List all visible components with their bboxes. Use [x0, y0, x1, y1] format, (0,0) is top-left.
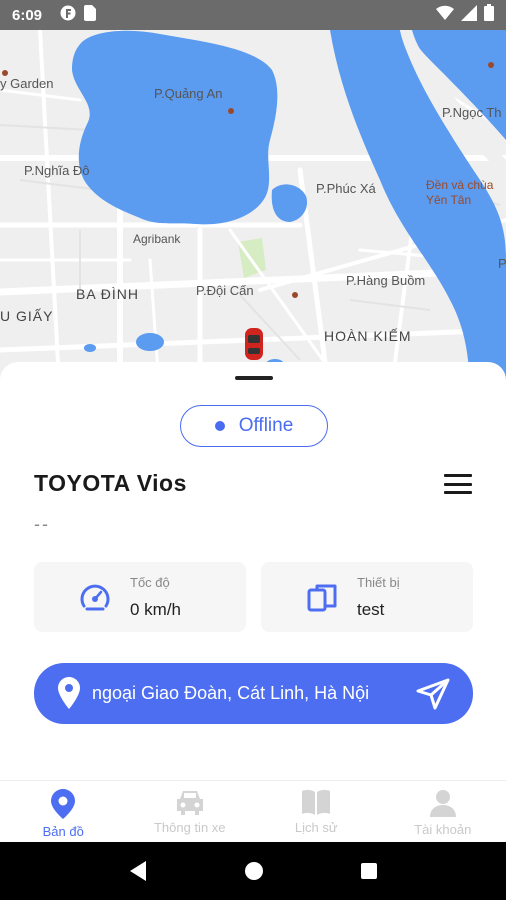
- notification-f-icon: [60, 5, 76, 26]
- map-district-label: U GIẤY: [0, 308, 54, 324]
- devices-icon: [307, 584, 337, 612]
- wifi-icon: [436, 5, 454, 26]
- device-value: test: [357, 600, 385, 619]
- map-label-temple: Đền và chùa Yên Tân: [426, 178, 494, 207]
- tab-label: Lịch sử: [294, 820, 338, 835]
- sheet-drag-handle[interactable]: [235, 376, 273, 380]
- status-bar: 6:09: [0, 0, 506, 30]
- speed-card: Tốc độ 0 km/h: [34, 562, 246, 632]
- address-text: ngoại Giao Đoàn, Cát Linh, Hà Nội: [92, 683, 370, 703]
- status-text: Offline: [238, 415, 294, 436]
- tab-account[interactable]: Tài khoản: [380, 781, 506, 842]
- device-card: Thiết bị test: [261, 562, 473, 632]
- license-plate: --: [34, 514, 50, 534]
- car-icon: [176, 791, 203, 815]
- app-screen: 6:09 y Garden P.Quảng An P.Ngọc Th P.Ngh…: [0, 0, 506, 900]
- poi-dot: [292, 292, 298, 298]
- map-pin-icon: [51, 789, 76, 819]
- speed-title: Tốc độ: [130, 575, 170, 590]
- system-nav-bar: [0, 842, 506, 900]
- status-dot-icon: [214, 421, 225, 431]
- vehicle-name: TOYOTA Vios: [34, 470, 187, 496]
- map-label: P.Hàng Buồm: [346, 273, 426, 288]
- person-icon: [429, 790, 456, 817]
- speed-value: 0 km/h: [130, 600, 182, 619]
- recents-icon[interactable]: [360, 862, 378, 880]
- tab-label: Thông tin xe: [153, 820, 226, 835]
- home-icon[interactable]: [244, 861, 264, 881]
- map-label: Agribank: [133, 232, 181, 246]
- map-label: P.Phúc Xá: [316, 181, 376, 196]
- menu-icon: [444, 474, 472, 477]
- map-label: P.: [498, 256, 506, 271]
- bottom-tab-bar: Bản đồ Thông tin xe Lịch sử Tài khoản: [0, 780, 506, 842]
- map-label: P.Ngọc Th: [442, 105, 502, 120]
- tab-label: Bản đồ: [42, 824, 84, 839]
- tab-map[interactable]: Bản đồ: [0, 781, 127, 842]
- poi-dot: [488, 62, 494, 68]
- map-label: y Garden: [0, 76, 54, 91]
- map-label: P.Đội Cấn: [196, 283, 254, 298]
- sim-card-icon: [84, 4, 97, 26]
- map-label: P.Nghĩa Đô: [24, 163, 90, 178]
- vehicle-bottom-sheet: Offline TOYOTA Vios -- Tốc độ 0 km/h Thi…: [0, 362, 506, 842]
- poi-dot: [228, 108, 234, 114]
- speedometer-icon: [80, 584, 110, 611]
- car-marker-icon: [245, 328, 263, 360]
- menu-button[interactable]: [442, 472, 474, 496]
- map-district-label: BA ĐÌNH: [76, 286, 140, 302]
- tab-vehicle-info[interactable]: Thông tin xe: [127, 781, 254, 842]
- status-badge: Offline: [180, 405, 328, 447]
- map-graphics: [0, 30, 506, 400]
- map-view[interactable]: y Garden P.Quảng An P.Ngọc Th P.Nghĩa Đô…: [0, 30, 506, 400]
- tab-label: Tài khoản: [414, 822, 472, 837]
- book-icon: [302, 789, 331, 815]
- map-district-label: HOÀN KIẾM: [324, 328, 412, 344]
- map-label: P.Quảng An: [154, 86, 223, 101]
- device-title: Thiết bị: [357, 575, 400, 590]
- status-time: 6:09: [12, 6, 43, 24]
- tab-history[interactable]: Lịch sử: [253, 781, 380, 842]
- back-icon[interactable]: [128, 860, 148, 882]
- address-bar[interactable]: ngoại Giao Đoàn, Cát Linh, Hà Nội: [34, 663, 473, 724]
- location-pin-icon: [58, 677, 80, 709]
- navigate-icon[interactable]: [416, 678, 450, 710]
- signal-icon: [461, 4, 477, 26]
- battery-icon: [484, 4, 494, 26]
